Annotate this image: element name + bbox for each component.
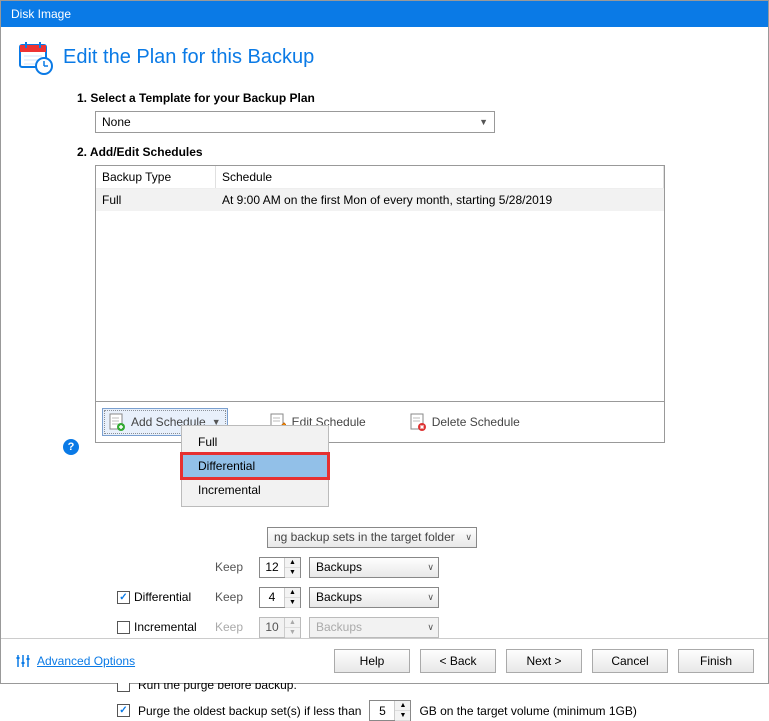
spin-up[interactable]: ▲ xyxy=(395,701,410,711)
delete-doc-icon xyxy=(410,413,426,431)
keep-label: Keep xyxy=(215,560,251,574)
schedule-table: Backup Type Schedule Full At 9:00 AM on … xyxy=(95,165,665,443)
window-title: Disk Image xyxy=(11,7,71,21)
differential-label: Differential xyxy=(117,590,207,604)
cell-type: Full xyxy=(96,189,216,211)
calendar-clock-icon xyxy=(17,39,53,75)
step2-label: 2. Add/Edit Schedules xyxy=(77,145,752,159)
table-row[interactable]: Full At 9:00 AM on the first Mon of ever… xyxy=(96,189,664,211)
inc-unit-value: Backups xyxy=(316,620,362,634)
chevron-down-icon: ∨ xyxy=(427,592,434,603)
menu-item-full[interactable]: Full xyxy=(182,430,328,454)
purge-oldest-checkbox[interactable] xyxy=(117,704,130,717)
footer: Advanced Options Help < Back Next > Canc… xyxy=(1,638,768,683)
cell-schedule: At 9:00 AM on the first Mon of every mon… xyxy=(216,189,664,211)
incremental-label: Incremental xyxy=(117,620,207,634)
chevron-down-icon: ∨ xyxy=(465,532,472,543)
template-select[interactable]: None ▼ xyxy=(95,111,495,133)
advanced-options-label: Advanced Options xyxy=(37,654,135,668)
full-unit-select[interactable]: Backups ∨ xyxy=(309,557,439,578)
spin-down: ▼ xyxy=(285,628,300,638)
chevron-down-icon: ▼ xyxy=(479,117,488,127)
diff-unit-select[interactable]: Backups ∨ xyxy=(309,587,439,608)
keep-label: Keep xyxy=(215,590,251,604)
spin-down[interactable]: ▼ xyxy=(285,568,300,578)
help-icon[interactable]: ? xyxy=(63,439,79,455)
finish-button[interactable]: Finish xyxy=(678,649,754,673)
title-bar: Disk Image xyxy=(1,1,768,27)
purge-section: Run the purge before backup. Purge the o… xyxy=(117,678,752,721)
cancel-button[interactable]: Cancel xyxy=(592,649,668,673)
chevron-down-icon: ∨ xyxy=(427,562,434,573)
step1-label: 1. Select a Template for your Backup Pla… xyxy=(77,91,752,105)
keep-label: Keep xyxy=(215,620,251,634)
add-doc-icon xyxy=(109,413,125,431)
delete-schedule-label: Delete Schedule xyxy=(432,415,520,429)
table-body-empty xyxy=(96,211,664,401)
purge-oldest-label-a: Purge the oldest backup set(s) if less t… xyxy=(138,704,361,718)
purge-oldest-label-b: GB on the target volume (minimum 1GB) xyxy=(419,704,636,718)
template-value: None xyxy=(102,115,131,129)
menu-item-incremental[interactable]: Incremental xyxy=(182,478,328,502)
sliders-icon xyxy=(15,653,31,669)
full-keep-value[interactable] xyxy=(260,558,284,577)
chevron-down-icon: ∨ xyxy=(427,622,434,633)
inc-keep-spinner: ▲▼ xyxy=(259,617,301,638)
next-button[interactable]: Next > xyxy=(506,649,582,673)
col-backup-type[interactable]: Backup Type xyxy=(96,166,216,188)
spin-up[interactable]: ▲ xyxy=(285,588,300,598)
page-header: Edit the Plan for this Backup xyxy=(17,39,752,75)
diff-keep-spinner[interactable]: ▲▼ xyxy=(259,587,301,608)
spin-up: ▲ xyxy=(285,618,300,628)
diff-unit-value: Backups xyxy=(316,590,362,604)
storage-mode-value: ng backup sets in the target folder xyxy=(274,530,455,544)
table-header: Backup Type Schedule xyxy=(96,166,664,189)
storage-mode-select[interactable]: ng backup sets in the target folder ∨ xyxy=(267,527,477,548)
add-schedule-menu: Full Differential Incremental xyxy=(181,425,329,507)
full-unit-value: Backups xyxy=(316,560,362,574)
spin-down[interactable]: ▼ xyxy=(285,598,300,608)
col-schedule[interactable]: Schedule xyxy=(216,166,664,188)
advanced-options-link[interactable]: Advanced Options xyxy=(15,653,135,669)
differential-checkbox[interactable] xyxy=(117,591,130,604)
full-keep-spinner[interactable]: ▲▼ xyxy=(259,557,301,578)
spin-up[interactable]: ▲ xyxy=(285,558,300,568)
back-button[interactable]: < Back xyxy=(420,649,496,673)
page-title: Edit the Plan for this Backup xyxy=(63,46,314,69)
spin-down[interactable]: ▼ xyxy=(395,711,410,721)
diff-keep-value[interactable] xyxy=(260,588,284,607)
purge-gb-spinner[interactable]: ▲▼ xyxy=(369,700,411,721)
delete-schedule-button[interactable]: Delete Schedule xyxy=(408,409,522,435)
inc-keep-value xyxy=(260,618,284,637)
menu-item-differential[interactable]: Differential xyxy=(182,454,328,478)
incremental-checkbox[interactable] xyxy=(117,621,130,634)
purge-gb-value[interactable] xyxy=(370,701,394,720)
inc-unit-select: Backups ∨ xyxy=(309,617,439,638)
help-button[interactable]: Help xyxy=(334,649,410,673)
